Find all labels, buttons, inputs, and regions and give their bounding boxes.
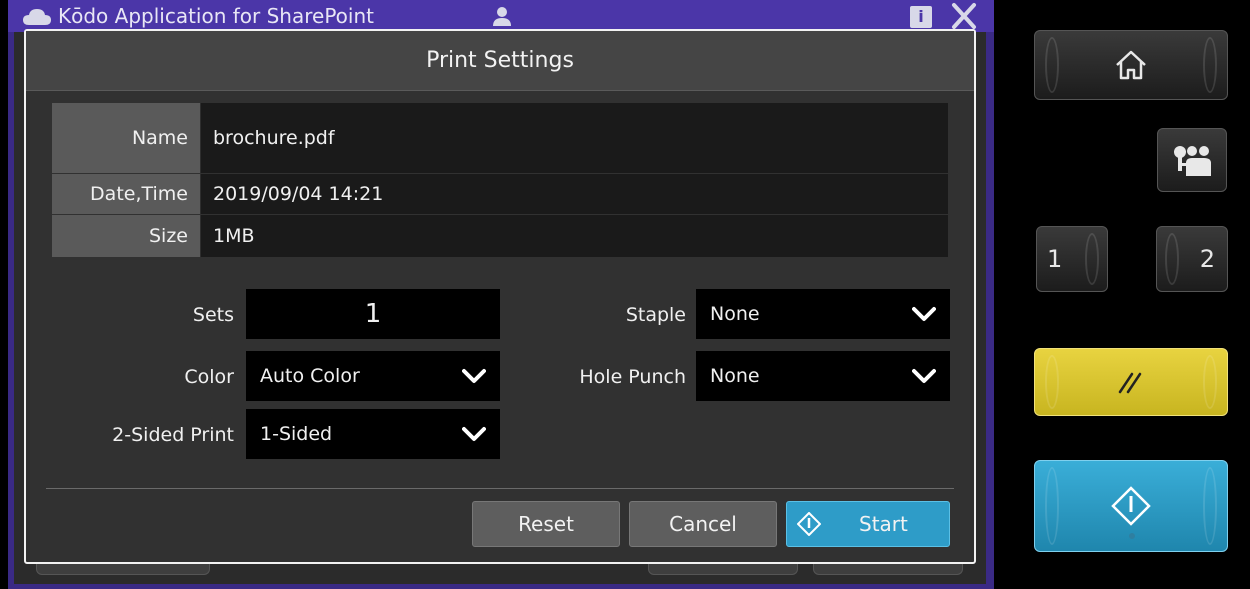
- info-row-size: Size 1MB: [52, 215, 948, 257]
- user-access-button[interactable]: [1157, 128, 1227, 192]
- cancel-button[interactable]: Cancel: [629, 501, 777, 547]
- hole-punch-value: None: [710, 365, 760, 387]
- sets-input[interactable]: 1: [246, 289, 500, 339]
- info-icon[interactable]: i: [910, 6, 932, 28]
- start-diamond-icon: [797, 512, 821, 536]
- home-icon: [1116, 50, 1146, 80]
- name-value: brochure.pdf: [200, 103, 948, 173]
- chevron-down-icon: [462, 427, 486, 441]
- duplex-value: 1-Sided: [260, 423, 333, 445]
- datetime-label: Date,Time: [52, 174, 200, 214]
- reset-button-label: Reset: [518, 512, 574, 536]
- chevron-down-icon: [912, 369, 936, 383]
- file-info-table: Name brochure.pdf Date,Time 2019/09/04 1…: [52, 103, 948, 257]
- button-edge: [1085, 233, 1099, 285]
- cancel-button-label: Cancel: [669, 512, 737, 536]
- reset-button[interactable]: Reset: [472, 501, 620, 547]
- color-select[interactable]: Auto Color: [246, 351, 500, 401]
- memory-1-label: 1: [1047, 245, 1063, 273]
- size-value: 1MB: [200, 215, 948, 257]
- datetime-value: 2019/09/04 14:21: [200, 174, 948, 214]
- control-panel: 1 2: [994, 0, 1250, 589]
- button-edge: [1203, 37, 1217, 93]
- hole-punch-select[interactable]: None: [696, 351, 950, 401]
- info-row-name: Name brochure.pdf: [52, 103, 948, 173]
- staple-label: Staple: [625, 304, 686, 326]
- dialog-title: Print Settings: [426, 48, 574, 73]
- button-edge: [1045, 355, 1059, 409]
- button-edge: [1045, 467, 1059, 545]
- sets-label: Sets: [192, 304, 234, 326]
- staple-value: None: [710, 303, 760, 325]
- name-label: Name: [52, 103, 200, 173]
- start-diamond-icon: [1111, 486, 1151, 526]
- chevron-down-icon: [912, 307, 936, 321]
- home-button[interactable]: [1034, 30, 1228, 100]
- status-led: [1129, 533, 1135, 539]
- reset-slash-icon: [1118, 372, 1142, 394]
- background-app-title: Kōdo Application for SharePoint: [58, 4, 374, 28]
- dialog-header: Print Settings: [26, 31, 974, 91]
- staple-select[interactable]: None: [696, 289, 950, 339]
- memory-1-button[interactable]: 1: [1036, 226, 1108, 292]
- print-settings-dialog: Print Settings Name brochure.pdf Date,Ti…: [24, 29, 976, 564]
- button-edge: [1203, 355, 1217, 409]
- background-titlebar: Kōdo Application for SharePoint i: [8, 0, 994, 32]
- button-edge: [1045, 37, 1059, 93]
- dialog-divider: [46, 488, 954, 489]
- reset-hardware-button[interactable]: [1034, 348, 1228, 416]
- button-edge: [1203, 467, 1217, 545]
- start-button[interactable]: Start: [786, 501, 950, 547]
- color-label: Color: [184, 366, 234, 388]
- chevron-down-icon: [462, 369, 486, 383]
- close-icon[interactable]: [948, 2, 980, 30]
- start-hardware-button[interactable]: [1034, 460, 1228, 552]
- duplex-select[interactable]: 1-Sided: [246, 409, 500, 459]
- color-value: Auto Color: [260, 365, 360, 387]
- sets-value: 1: [364, 299, 382, 329]
- start-button-label: Start: [859, 512, 908, 536]
- button-edge: [1165, 233, 1179, 285]
- memory-2-label: 2: [1199, 245, 1215, 273]
- info-row-datetime: Date,Time 2019/09/04 14:21: [52, 174, 948, 214]
- memory-2-button[interactable]: 2: [1156, 226, 1228, 292]
- user-icon: [493, 7, 511, 26]
- hole-punch-label: Hole Punch: [579, 366, 686, 388]
- duplex-label: 2-Sided Print: [112, 424, 234, 446]
- user-access-icon: [1174, 146, 1211, 176]
- size-label: Size: [52, 215, 200, 257]
- cloud-icon: [23, 9, 51, 25]
